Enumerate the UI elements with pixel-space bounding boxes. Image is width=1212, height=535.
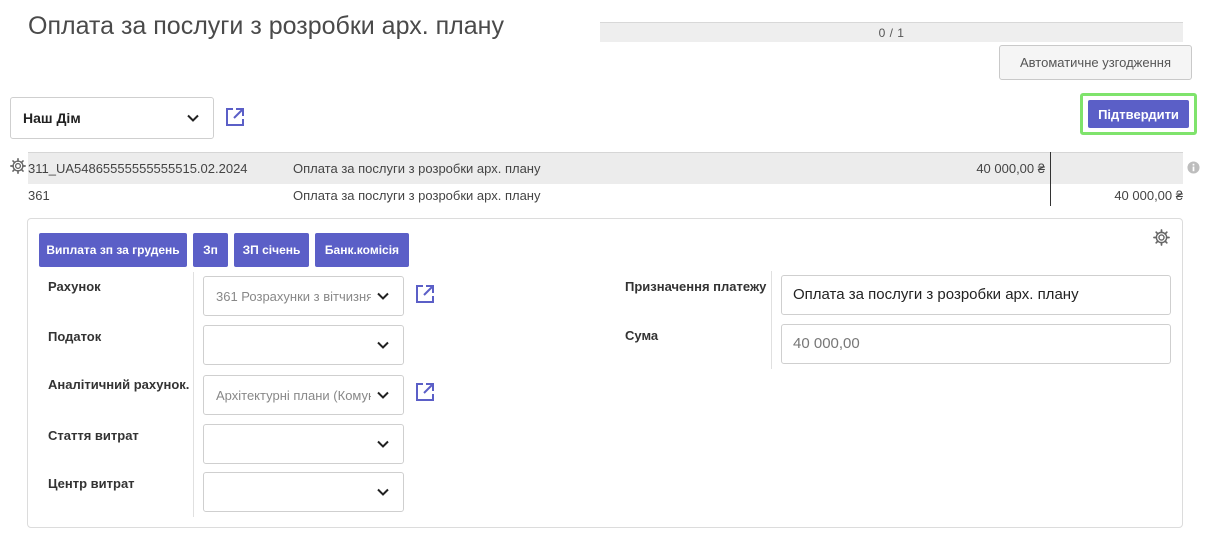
analytic-account-select[interactable]: Архітектурні плани (Комунальне) — [203, 375, 404, 415]
statement-line-row[interactable]: 311_UA54865555555555515.02.2024 Оплата з… — [28, 152, 1183, 184]
tax-select[interactable] — [203, 325, 404, 365]
confirm-button[interactable]: Підтвердити — [1088, 100, 1189, 128]
chevron-down-icon — [377, 292, 389, 300]
template-button-salary[interactable]: Зп — [193, 233, 228, 267]
cost-center-label: Центр витрат — [48, 476, 135, 491]
label-divider — [193, 272, 194, 517]
line-account: 361 — [28, 188, 50, 203]
chevron-down-icon — [377, 440, 389, 448]
chevron-down-icon — [377, 488, 389, 496]
proposed-line-row[interactable]: 361 Оплата за послуги з розробки арх. пл… — [28, 186, 1183, 206]
analytic-account-select-value: Архітектурні плани (Комунальне) — [216, 387, 371, 403]
statement-amount: 40 000,00 ₴ — [976, 161, 1045, 176]
template-button-salary-january[interactable]: ЗП січень — [234, 233, 309, 267]
chevron-down-icon — [377, 391, 389, 399]
gear-icon[interactable] — [1152, 228, 1171, 247]
confirm-button-highlight: Підтвердити — [1080, 93, 1197, 135]
payment-purpose-input[interactable]: Оплата за послуги з розробки арх. плану — [781, 275, 1171, 315]
tax-label: Податок — [48, 329, 102, 344]
external-link-icon[interactable] — [414, 283, 436, 305]
gear-icon[interactable] — [9, 157, 27, 175]
statement-reference: 311_UA54865555555555515.02.2024 — [28, 161, 248, 176]
chevron-down-icon — [187, 114, 199, 122]
expense-item-label: Стаття витрат — [48, 428, 139, 443]
auto-reconcile-button[interactable]: Автоматичне узгодження — [999, 45, 1192, 80]
reconcile-progress: 0 / 1 — [600, 22, 1183, 42]
account-select[interactable]: 361 Розрахунки з вітчизняними — [203, 276, 404, 316]
cost-center-select[interactable] — [203, 472, 404, 512]
page-title: Оплата за послуги з розробки арх. плану — [28, 12, 504, 40]
amount-input[interactable]: 40 000,00 — [781, 324, 1171, 364]
payment-purpose-label: Призначення платежу — [625, 279, 767, 294]
statement-description: Оплата за послуги з розробки арх. плану — [293, 161, 541, 176]
template-button-salary-december[interactable]: Виплата зп за грудень — [39, 233, 187, 267]
info-icon[interactable] — [1187, 161, 1200, 174]
right-label-divider — [771, 271, 772, 369]
external-link-icon[interactable] — [414, 381, 436, 403]
account-label: Рахунок — [48, 279, 101, 294]
line-amount: 40 000,00 ₴ — [1114, 188, 1183, 203]
expense-item-select[interactable] — [203, 424, 404, 464]
template-button-bank-fee[interactable]: Банк.комісія — [315, 233, 409, 267]
amount-label: Сума — [625, 328, 659, 343]
chevron-down-icon — [377, 341, 389, 349]
line-description: Оплата за послуги з розробки арх. плану — [293, 188, 541, 203]
analytic-account-label: Аналітичний рахунок. — [48, 377, 190, 392]
company-select[interactable]: Наш Дім — [10, 97, 214, 139]
account-select-value: 361 Розрахунки з вітчизняними — [216, 288, 371, 304]
external-link-icon[interactable] — [224, 106, 246, 128]
company-select-value: Наш Дім — [23, 110, 81, 126]
